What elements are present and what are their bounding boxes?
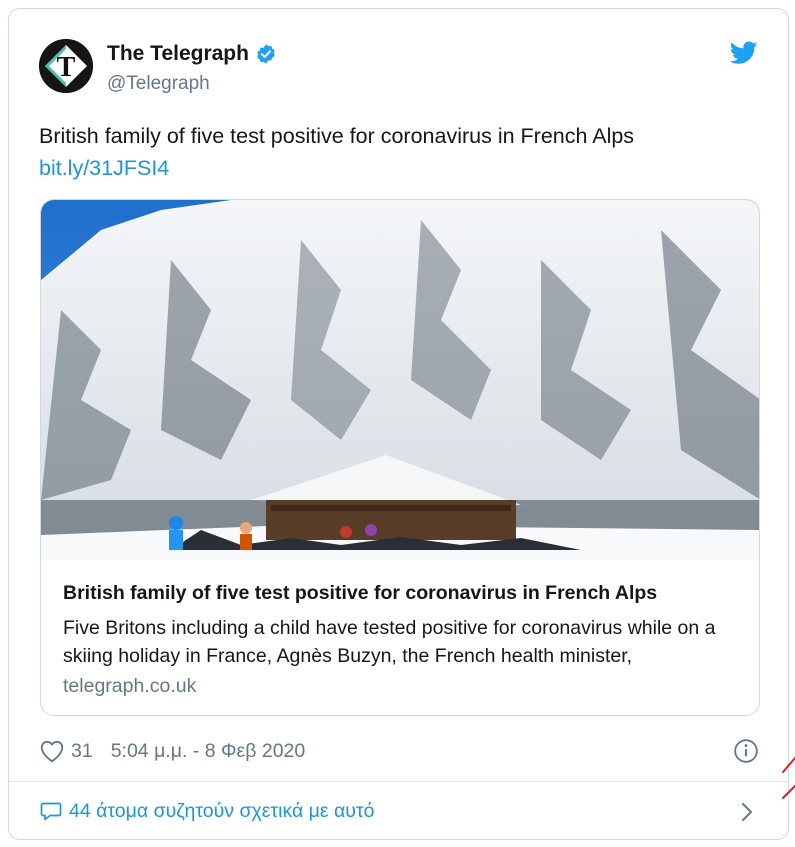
card-domain: telegraph.co.uk (63, 675, 197, 697)
speech-bubble-icon (40, 802, 62, 821)
timestamp[interactable]: 5:04 μ.μ. - 8 Φεβ 2020 (111, 740, 306, 763)
discussion-label: 44 άτομα συζητούν σχετικά με αυτό (69, 799, 375, 822)
link-preview-card[interactable]: British family of five test positive for… (40, 199, 760, 716)
tweet-card: T The Telegraph @Telegraph British famil… (8, 8, 789, 840)
author-row: The Telegraph (107, 42, 277, 66)
chevron-right-icon[interactable] (737, 799, 757, 825)
tweet-meta: 31 5:04 μ.μ. - 8 Φεβ 2020 (39, 739, 305, 763)
discussion-link[interactable]: 44 άτομα συζητούν σχετικά με αυτό (39, 799, 375, 823)
tweet-link[interactable]: bit.ly/31JFSI4 (39, 153, 169, 183)
avatar[interactable]: T (39, 39, 93, 93)
info-icon[interactable] (733, 738, 759, 764)
telegraph-logo-icon: T (39, 39, 93, 93)
annotation-marks (782, 757, 795, 799)
display-name[interactable]: The Telegraph (107, 42, 249, 66)
card-description: Five Britons including a child have test… (63, 617, 716, 667)
verified-badge-icon (257, 44, 275, 64)
heart-icon[interactable] (39, 739, 65, 763)
like-count[interactable]: 31 (71, 740, 93, 763)
card-title: British family of five test positive for… (63, 582, 658, 604)
twitter-bird-icon[interactable] (730, 41, 758, 65)
user-handle[interactable]: @Telegraph (107, 73, 210, 95)
svg-text:T: T (57, 52, 76, 83)
card-image[interactable] (41, 200, 760, 560)
divider (9, 781, 788, 782)
tweet-text: British family of five test positive for… (39, 124, 635, 148)
